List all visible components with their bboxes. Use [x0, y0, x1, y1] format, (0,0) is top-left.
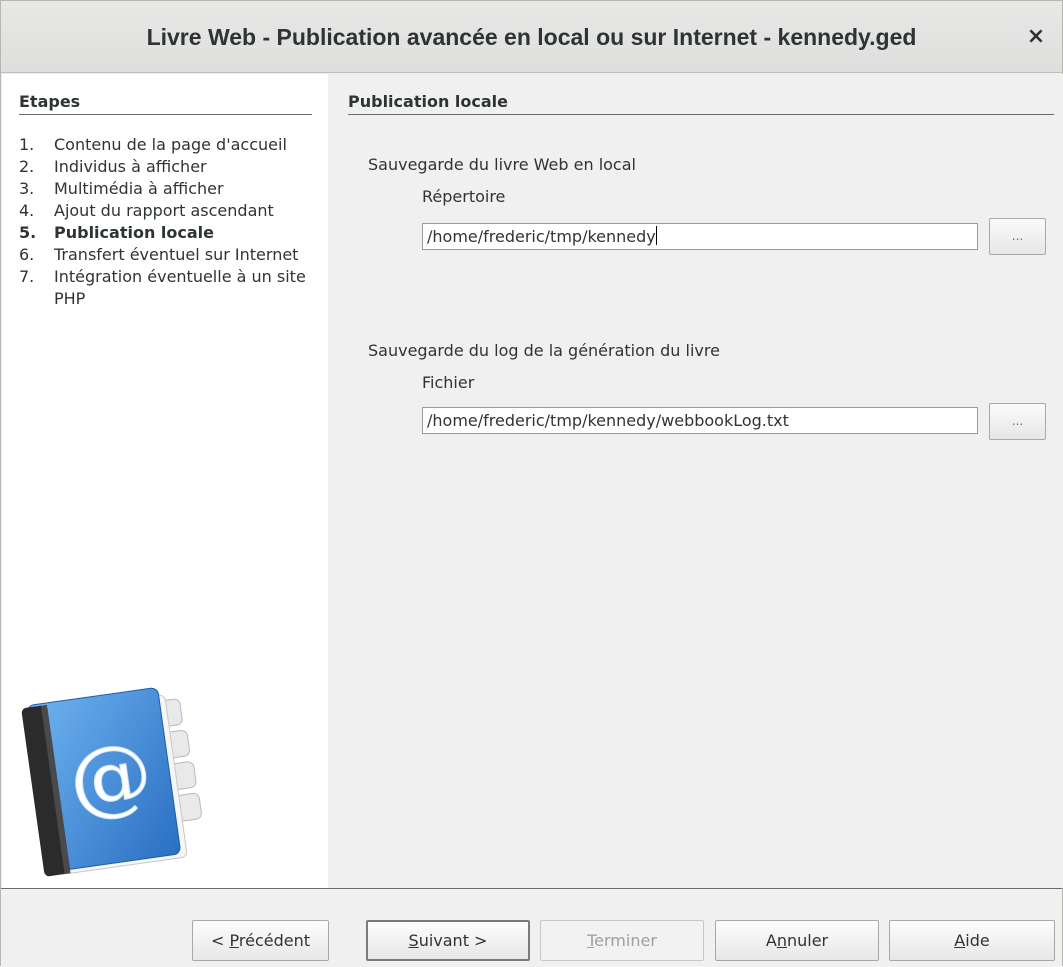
step-item: 1. Contenu de la page d'accueil	[19, 134, 314, 156]
steps-title: Etapes	[19, 92, 312, 115]
previous-button[interactable]: < Précédent	[192, 920, 329, 961]
button-bar: < Précédent Suivant > Terminer Annuler A…	[1, 888, 1062, 967]
directory-field[interactable]: /home/frederic/tmp/kennedy	[422, 223, 978, 250]
step-label: Contenu de la page d'accueil	[54, 135, 287, 154]
file-label: Fichier	[422, 373, 475, 392]
steps-list: 1. Contenu de la page d'accueil 2. Indiv…	[19, 134, 314, 310]
content-pane: Publication locale Sauvegarde du livre W…	[328, 74, 1063, 888]
finish-rest: erminer	[594, 931, 657, 950]
next-mnemonic: S	[408, 931, 419, 950]
wizard-window: Livre Web - Publication avancée en local…	[0, 0, 1063, 967]
text-caret	[655, 226, 657, 245]
help-mnemonic: A	[954, 931, 966, 950]
previous-mnemonic: P	[229, 931, 239, 950]
close-icon[interactable]: ×	[1024, 25, 1048, 49]
browse-directory-button[interactable]: ...	[989, 218, 1046, 255]
step-label: Multimédia à afficher	[54, 179, 224, 198]
previous-prefix: <	[211, 931, 230, 950]
cancel-prefix: A	[765, 931, 777, 950]
help-rest: ide	[965, 931, 990, 950]
next-button[interactable]: Suivant >	[366, 920, 530, 961]
step-number: 6.	[19, 245, 35, 264]
step-number: 7.	[19, 267, 35, 286]
step-item: 4. Ajout du rapport ascendant	[19, 200, 314, 222]
step-label: Transfert éventuel sur Internet	[54, 245, 299, 264]
step-item: 3. Multimédia à afficher	[19, 178, 314, 200]
step-item: 6. Transfert éventuel sur Internet	[19, 244, 314, 266]
svg-text:@: @	[63, 724, 157, 829]
step-number: 3.	[19, 179, 35, 198]
cancel-mnemonic: n	[776, 931, 787, 950]
previous-rest: récédent	[238, 931, 310, 950]
step-number: 5.	[19, 223, 37, 242]
address-book-at-icon: @	[16, 680, 216, 884]
next-rest: uivant >	[418, 931, 488, 950]
cancel-button[interactable]: Annuler	[715, 920, 879, 961]
directory-label: Répertoire	[422, 187, 506, 206]
section-title: Publication locale	[348, 92, 1054, 115]
steps-pane: Etapes 1. Contenu de la page d'accueil 2…	[2, 74, 328, 888]
finish-button[interactable]: Terminer	[540, 920, 704, 961]
directory-value: /home/frederic/tmp/kennedy	[427, 227, 656, 246]
step-number: 1.	[19, 135, 35, 154]
step-item-current: 5. Publication locale	[19, 222, 314, 244]
step-label: Intégration éventuelle à un site PHP	[54, 267, 306, 308]
window-title: Livre Web - Publication avancée en local…	[146, 24, 917, 50]
step-label: Individus à afficher	[54, 157, 207, 176]
step-item: 2. Individus à afficher	[19, 156, 314, 178]
help-button[interactable]: Aide	[889, 920, 1055, 961]
title-bar[interactable]: Livre Web - Publication avancée en local…	[1, 1, 1062, 73]
step-label: Ajout du rapport ascendant	[54, 201, 274, 220]
cancel-rest: nuler	[786, 931, 829, 950]
local-save-heading: Sauvegarde du livre Web en local	[368, 155, 636, 174]
step-label: Publication locale	[54, 223, 214, 242]
browse-log-file-button[interactable]: ...	[989, 403, 1046, 440]
log-file-field[interactable]: /home/frederic/tmp/kennedy/webbookLog.tx…	[422, 407, 978, 434]
step-number: 2.	[19, 157, 35, 176]
step-number: 4.	[19, 201, 35, 220]
step-item: 7. Intégration éventuelle à un site PHP	[19, 266, 314, 310]
log-save-heading: Sauvegarde du log de la génération du li…	[368, 341, 720, 360]
